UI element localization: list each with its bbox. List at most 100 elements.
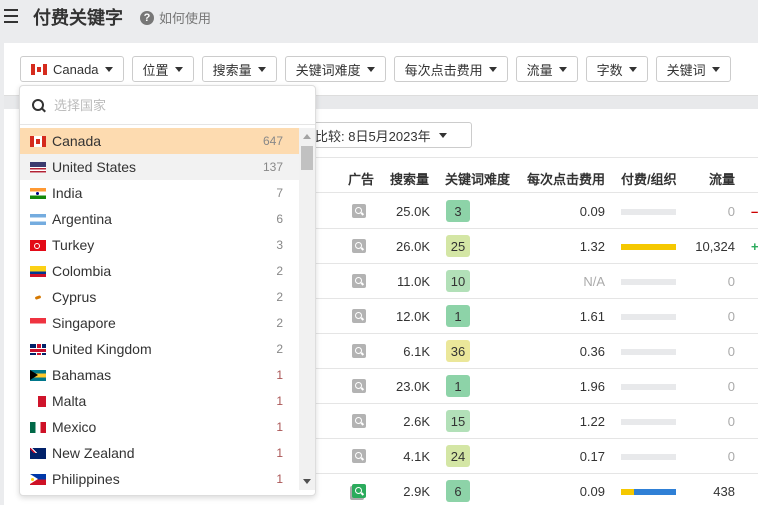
table-row[interactable]: 2.9K 6 0.09 438 bbox=[300, 474, 758, 505]
country-count: 1 bbox=[276, 420, 283, 434]
cpc-value: 0.09 bbox=[579, 484, 605, 499]
ad-preview-icon[interactable] bbox=[352, 274, 366, 288]
ad-preview-icon[interactable] bbox=[352, 379, 366, 393]
country-option[interactable]: Singapore 2 bbox=[20, 310, 299, 336]
country-name: Cyprus bbox=[52, 289, 97, 305]
table-row[interactable]: 6.1K 36 0.36 0 bbox=[300, 334, 758, 369]
country-option[interactable]: Philippines 1 bbox=[20, 466, 299, 492]
flag-mx-icon bbox=[30, 421, 46, 433]
cpc-value: N/A bbox=[583, 274, 605, 289]
flag-us-icon bbox=[30, 161, 46, 173]
caret-down-icon bbox=[558, 66, 567, 72]
hamburger-icon[interactable] bbox=[4, 9, 18, 23]
scroll-up-arrow-icon[interactable] bbox=[303, 134, 311, 139]
paid-organic-bar bbox=[621, 279, 676, 285]
column-header-cpc[interactable]: 每次点击费用 bbox=[527, 169, 605, 188]
kd-badge: 3 bbox=[446, 200, 470, 222]
search-volume: 25.0K bbox=[396, 204, 430, 219]
cpc-value: 0.09 bbox=[579, 204, 605, 219]
scrollbar-thumb[interactable] bbox=[301, 146, 313, 170]
filter-label: 位置 bbox=[142, 62, 169, 78]
trend-indicator: – bbox=[751, 204, 758, 219]
filter-button-0[interactable]: Canada bbox=[20, 56, 124, 82]
top-bar: 付费关键字 ? 如何使用 bbox=[0, 0, 758, 38]
filter-button-6[interactable]: 字数 bbox=[585, 56, 648, 82]
ad-preview-icon[interactable] bbox=[352, 344, 366, 358]
country-count: 6 bbox=[276, 212, 283, 226]
country-name: New Zealand bbox=[52, 445, 135, 461]
column-header-kd[interactable]: 关键词难度 bbox=[445, 169, 510, 188]
filter-button-7[interactable]: 关键词 bbox=[655, 56, 731, 82]
caret-down-icon bbox=[488, 66, 497, 72]
ad-preview-icon[interactable] bbox=[352, 239, 366, 253]
filter-button-2[interactable]: 搜索量 bbox=[201, 56, 277, 82]
country-option[interactable]: Bahamas 1 bbox=[20, 362, 299, 388]
ad-preview-icon[interactable] bbox=[352, 204, 366, 218]
country-name: Turkey bbox=[52, 237, 95, 253]
country-name: Canada bbox=[52, 133, 102, 149]
country-option[interactable]: Argentina 6 bbox=[20, 206, 299, 232]
column-header-volume[interactable]: 搜索量 bbox=[390, 169, 429, 188]
flag-in-icon bbox=[30, 187, 46, 199]
country-count: 2 bbox=[276, 316, 283, 330]
table-row[interactable]: 25.0K 3 0.09 0 – bbox=[300, 194, 758, 229]
page-title: 付费关键字 bbox=[33, 8, 123, 28]
ad-preview-icon[interactable] bbox=[352, 414, 366, 428]
country-option[interactable]: Canada 647 bbox=[20, 128, 299, 154]
country-name: Colombia bbox=[52, 263, 112, 279]
caret-down-icon bbox=[104, 66, 113, 72]
table-row[interactable]: 23.0K 1 1.96 0 bbox=[300, 369, 758, 404]
country-option[interactable]: United States 137 bbox=[20, 154, 299, 180]
ad-preview-icon[interactable] bbox=[352, 449, 366, 463]
search-icon bbox=[32, 98, 45, 112]
country-search-input[interactable] bbox=[54, 97, 294, 113]
country-option[interactable]: United Kingdom 2 bbox=[20, 336, 299, 362]
country-name: India bbox=[52, 185, 83, 201]
flag-nz-icon bbox=[30, 447, 46, 459]
filter-button-5[interactable]: 流量 bbox=[515, 56, 578, 82]
paid-organic-bar bbox=[621, 384, 676, 390]
country-count: 2 bbox=[276, 342, 283, 356]
kd-badge: 10 bbox=[446, 270, 470, 292]
flag-ca-icon bbox=[31, 63, 47, 75]
paid-organic-bar bbox=[621, 244, 676, 250]
flag-co-icon bbox=[30, 265, 46, 277]
paid-organic-bar bbox=[621, 419, 676, 425]
search-volume: 12.0K bbox=[396, 309, 430, 324]
country-option[interactable]: Mexico 1 bbox=[20, 414, 299, 440]
table-row[interactable]: 2.6K 15 1.22 0 bbox=[300, 404, 758, 439]
ad-preview-icon[interactable] bbox=[352, 309, 366, 323]
kd-badge: 6 bbox=[446, 480, 470, 502]
dropdown-scrollbar[interactable] bbox=[299, 128, 315, 490]
filter-button-1[interactable]: 位置 bbox=[131, 56, 194, 82]
country-option[interactable]: Turkey 3 bbox=[20, 232, 299, 258]
column-header-traffic[interactable]: 流量 bbox=[709, 169, 735, 188]
cpc-value: 1.32 bbox=[579, 239, 605, 254]
country-option[interactable]: India 7 bbox=[20, 180, 299, 206]
kd-badge: 25 bbox=[446, 235, 470, 257]
country-option[interactable]: Malta 1 bbox=[20, 388, 299, 414]
country-option[interactable]: New Zealand 1 bbox=[20, 440, 299, 466]
country-option[interactable]: Cyprus 2 bbox=[20, 284, 299, 310]
table-row[interactable]: 12.0K 1 1.61 0 bbox=[300, 299, 758, 334]
country-option[interactable]: Colombia 2 bbox=[20, 258, 299, 284]
table-row[interactable]: 26.0K 25 1.32 10,324 + bbox=[300, 229, 758, 264]
table-row[interactable]: 4.1K 24 0.17 0 bbox=[300, 439, 758, 474]
flag-mt-icon bbox=[30, 395, 46, 407]
caret-down-icon bbox=[174, 66, 183, 72]
filter-button-4[interactable]: 每次点击费用 bbox=[393, 56, 508, 82]
scroll-down-arrow-icon[interactable] bbox=[303, 479, 311, 484]
column-header-paid-organic[interactable]: 付费/组织 bbox=[621, 169, 677, 188]
compare-date-label: 比较: 8日5月2023年 bbox=[315, 128, 431, 144]
column-header-ads[interactable]: 广告 bbox=[348, 169, 374, 188]
table-row[interactable]: 11.0K 10 N/A 0 bbox=[300, 264, 758, 299]
compare-date-select[interactable]: 比较: 8日5月2023年 bbox=[300, 122, 472, 148]
ad-preview-icon[interactable] bbox=[352, 484, 366, 498]
country-count: 7 bbox=[276, 186, 283, 200]
country-count: 3 bbox=[276, 238, 283, 252]
how-to-use-link[interactable]: ? 如何使用 bbox=[140, 8, 211, 27]
how-to-use-label: 如何使用 bbox=[159, 11, 212, 26]
caret-down-icon bbox=[711, 66, 720, 72]
filter-button-3[interactable]: 关键词难度 bbox=[284, 56, 386, 82]
cpc-value: 1.61 bbox=[579, 309, 605, 324]
